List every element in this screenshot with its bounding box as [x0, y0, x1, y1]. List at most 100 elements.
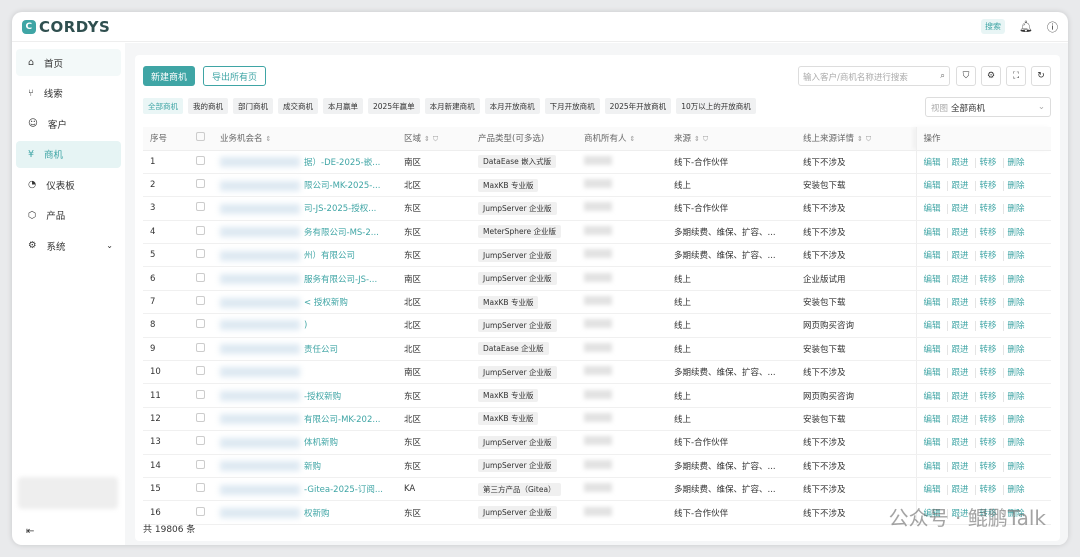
- opportunity-name-link[interactable]: 州）有限公司: [304, 251, 355, 261]
- action-link[interactable]: 转移: [979, 298, 1004, 309]
- action-link[interactable]: 删除: [1008, 438, 1031, 448]
- info-icon[interactable]: ⓘ: [1047, 19, 1058, 35]
- opportunity-name-link[interactable]: -授权新购: [304, 392, 341, 402]
- opportunity-name-link[interactable]: < 授权新购: [304, 298, 348, 308]
- action-link[interactable]: 转移: [979, 204, 1004, 215]
- sort-icon[interactable]: ⇕: [630, 135, 636, 143]
- action-link[interactable]: 编辑: [923, 321, 948, 332]
- tab-view[interactable]: 本月开放商机: [484, 98, 540, 114]
- action-link[interactable]: 编辑: [923, 181, 948, 192]
- action-link[interactable]: 转移: [979, 157, 1004, 168]
- action-link[interactable]: 删除: [1008, 392, 1031, 402]
- action-link[interactable]: 跟进: [951, 274, 976, 285]
- action-link[interactable]: 编辑: [923, 157, 948, 168]
- action-link[interactable]: 转移: [979, 485, 1004, 496]
- opportunity-name-link[interactable]: 限公司-MK-2025-...: [304, 181, 380, 191]
- opportunity-name-link[interactable]: 体机新购: [304, 438, 338, 448]
- row-checkbox[interactable]: [196, 179, 205, 189]
- filter-icon[interactable]: ⛉: [433, 135, 438, 143]
- sidebar-item-3[interactable]: ¥ 商机: [16, 140, 121, 168]
- row-checkbox[interactable]: [196, 506, 205, 516]
- action-link[interactable]: 编辑: [923, 368, 948, 379]
- action-link[interactable]: 编辑: [923, 298, 948, 309]
- new-opportunity-button[interactable]: 新建商机: [143, 66, 196, 86]
- row-checkbox[interactable]: [196, 319, 205, 329]
- sort-icon[interactable]: ⇕: [857, 135, 863, 143]
- action-link[interactable]: 转移: [979, 251, 1004, 262]
- tab-view[interactable]: 10万以上的开放商机: [676, 98, 756, 114]
- tab-view[interactable]: 2025年赢单: [368, 98, 420, 114]
- action-link[interactable]: 跟进: [951, 414, 976, 425]
- action-link[interactable]: 跟进: [951, 157, 976, 168]
- row-checkbox[interactable]: [196, 155, 205, 165]
- action-link[interactable]: 转移: [979, 344, 1004, 355]
- opportunity-name-link[interactable]: 司-JS-2025-授权...: [304, 204, 376, 214]
- opportunity-name-link[interactable]: 服务有限公司-JS-...: [304, 275, 377, 285]
- action-link[interactable]: 转移: [979, 181, 1004, 192]
- action-link[interactable]: 删除: [1008, 204, 1031, 214]
- opportunity-name-link[interactable]: 责任公司: [304, 345, 338, 355]
- tab-view[interactable]: 部门商机: [233, 98, 273, 114]
- action-link[interactable]: 编辑: [923, 461, 948, 472]
- action-link[interactable]: 删除: [1008, 321, 1031, 331]
- row-checkbox[interactable]: [196, 412, 205, 422]
- filter-button[interactable]: ⛉: [956, 66, 976, 86]
- action-link[interactable]: 编辑: [923, 485, 948, 496]
- sidebar-item-5[interactable]: ⬡ 产品: [16, 202, 121, 229]
- action-link[interactable]: 跟进: [951, 227, 976, 238]
- refresh-button[interactable]: ↻: [1031, 66, 1051, 86]
- tab-view[interactable]: 下月开放商机: [544, 98, 600, 114]
- row-checkbox[interactable]: [196, 272, 205, 282]
- tab-view[interactable]: 2025年开放商机: [604, 98, 672, 114]
- tab-view[interactable]: 本月赢单: [323, 98, 363, 114]
- action-link[interactable]: 删除: [1008, 275, 1031, 285]
- view-select[interactable]: 视图 全部商机 ⌄: [925, 97, 1051, 117]
- action-link[interactable]: 跟进: [951, 344, 976, 355]
- action-link[interactable]: 跟进: [951, 181, 976, 192]
- action-link[interactable]: 跟进: [951, 321, 976, 332]
- sidebar-item-6[interactable]: ⚙ 系统 ⌄: [16, 232, 121, 259]
- fullscreen-button[interactable]: ⛶: [1006, 66, 1026, 86]
- filter-icon[interactable]: ⛉: [703, 135, 708, 143]
- row-checkbox[interactable]: [196, 389, 205, 399]
- action-link[interactable]: 编辑: [923, 274, 948, 285]
- action-link[interactable]: 跟进: [951, 251, 976, 262]
- opportunity-name-link[interactable]: 据）-DE-2025-嵌...: [304, 158, 380, 168]
- filter-icon[interactable]: ⛉: [866, 135, 871, 143]
- action-link[interactable]: 删除: [1008, 345, 1031, 355]
- opportunity-name-link[interactable]: -Gitea-2025-订阅...: [304, 485, 383, 495]
- action-link[interactable]: 删除: [1008, 181, 1031, 191]
- row-checkbox[interactable]: [196, 483, 205, 493]
- opportunity-name-link[interactable]: ): [304, 321, 307, 331]
- sidebar-item-1[interactable]: ⑂ 线索: [16, 80, 121, 107]
- action-link[interactable]: 编辑: [923, 391, 948, 402]
- row-checkbox[interactable]: [196, 459, 205, 469]
- tab-view[interactable]: 成交商机: [278, 98, 318, 114]
- action-link[interactable]: 删除: [1008, 415, 1031, 425]
- opportunity-name-link[interactable]: 有限公司-MK-202...: [304, 415, 380, 425]
- action-link[interactable]: 删除: [1008, 158, 1031, 168]
- user-avatar[interactable]: [18, 477, 118, 509]
- settings-button[interactable]: ⚙: [981, 66, 1001, 86]
- action-link[interactable]: 编辑: [923, 438, 948, 449]
- sidebar-item-0[interactable]: ⌂ 首页: [16, 49, 121, 76]
- sort-icon[interactable]: ⇕: [424, 135, 430, 143]
- action-link[interactable]: 转移: [979, 438, 1004, 449]
- sidebar-item-4[interactable]: ◔ 仪表板: [16, 171, 121, 198]
- action-link[interactable]: 跟进: [951, 485, 976, 496]
- export-all-button[interactable]: 导出所有页: [203, 66, 267, 86]
- collapse-sidebar-icon[interactable]: ⇤: [26, 526, 34, 537]
- action-link[interactable]: 跟进: [951, 391, 976, 402]
- opportunity-name-link[interactable]: 权新购: [304, 509, 330, 519]
- tab-view[interactable]: 本月新建商机: [424, 98, 480, 114]
- sidebar-item-2[interactable]: ☺ 客户: [16, 110, 121, 137]
- search-input[interactable]: 输入客户/商机名称进行搜索 ⌕: [798, 66, 950, 86]
- action-link[interactable]: 跟进: [951, 298, 976, 309]
- action-link[interactable]: 跟进: [951, 438, 976, 449]
- action-link[interactable]: 转移: [979, 414, 1004, 425]
- action-link[interactable]: 删除: [1008, 298, 1031, 308]
- action-link[interactable]: 跟进: [951, 461, 976, 472]
- action-link[interactable]: 删除: [1008, 368, 1031, 378]
- action-link[interactable]: 转移: [979, 368, 1004, 379]
- bell-icon[interactable]: 🔔︎: [1019, 20, 1033, 33]
